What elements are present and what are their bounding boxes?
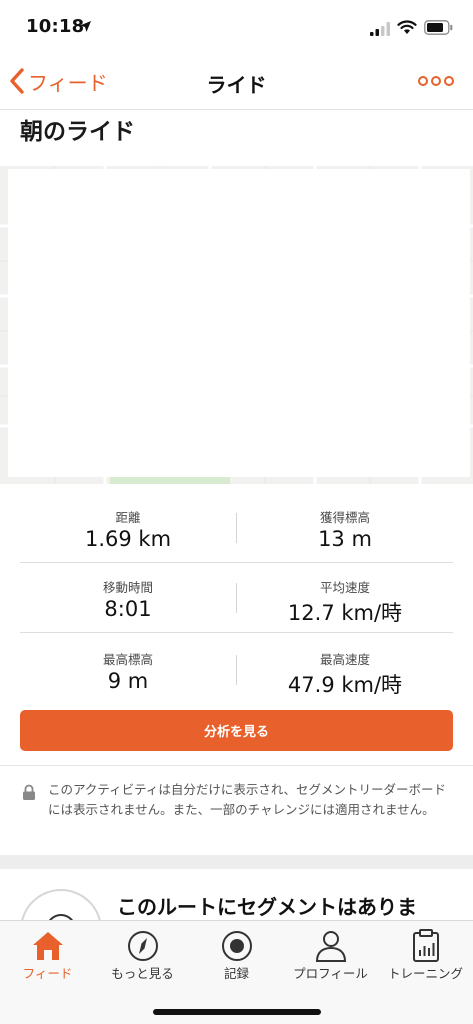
section-divider	[0, 765, 473, 766]
tab-label: トレーニング	[387, 966, 463, 981]
stat-max-speed: 最高速度 47.9 km/時	[237, 635, 453, 705]
stat-distance: 距離 1.69 km	[20, 493, 236, 563]
record-icon	[221, 931, 252, 961]
tab-label: フィード	[22, 966, 73, 981]
stat-average-speed: 平均速度 12.7 km/時	[237, 563, 453, 633]
tab-explore[interactable]: もっと見る	[95, 921, 190, 987]
stat-value: 9 m	[107, 669, 149, 693]
lock-icon	[23, 784, 35, 800]
segments-section: このルートにセグメントはありま	[0, 869, 473, 921]
stats-row: 移動時間 8:01 平均速度 12.7 km/時	[20, 563, 453, 633]
status-time: 10:18	[26, 16, 85, 37]
tab-training[interactable]: トレーニング	[378, 921, 473, 987]
status-bar: 10:18	[0, 0, 473, 52]
compass-icon	[127, 931, 158, 961]
activity-title: 朝のライド	[20, 119, 135, 145]
stat-value: 8:01	[104, 597, 152, 621]
tab-bar: フィード もっと見る 記録 プロフィール トレーニング	[0, 920, 473, 1024]
route-map[interactable]	[0, 166, 473, 484]
stat-label: 最高速度	[319, 652, 370, 667]
home-indicator	[153, 1009, 321, 1015]
stat-value: 1.69 km	[84, 527, 172, 551]
stat-label: 距離	[115, 510, 141, 525]
battery-icon	[424, 20, 453, 35]
stat-moving-time: 移動時間 8:01	[20, 563, 236, 633]
stat-max-elevation: 最高標高 9 m	[20, 635, 236, 705]
tab-profile[interactable]: プロフィール	[283, 921, 378, 987]
tab-record[interactable]: 記録	[189, 921, 284, 987]
tab-label: プロフィール	[293, 966, 368, 981]
segments-empty-title: このルートにセグメントはありま	[117, 895, 417, 919]
stat-label: 最高標高	[102, 652, 153, 667]
more-options-icon[interactable]	[418, 74, 454, 88]
stat-value: 12.7 km/時	[287, 601, 403, 625]
clipboard-icon	[412, 929, 439, 962]
cellular-signal-icon	[370, 22, 390, 36]
tab-label: もっと見る	[111, 966, 174, 981]
wifi-icon	[397, 20, 417, 34]
stat-label: 平均速度	[319, 580, 370, 595]
tab-feed[interactable]: フィード	[0, 921, 95, 987]
stat-label: 獲得標高	[319, 510, 370, 525]
view-analysis-button[interactable]: 分析を見る	[20, 710, 453, 751]
page-title: ライド	[206, 73, 267, 97]
stat-value: 13 m	[318, 527, 372, 551]
privacy-notice-text: このアクティビティは自分だけに表示され、セグメントリーダーボードには表示されませ…	[48, 782, 447, 817]
profile-icon	[315, 931, 346, 962]
home-icon	[32, 932, 63, 960]
navigation-bar: フィード ライド	[0, 52, 473, 110]
map-route-area	[8, 169, 470, 477]
stat-elevation-gain: 獲得標高 13 m	[237, 493, 453, 563]
activity-detail-screen: 10:18 フィード ライド 朝のライド 距離 1.69 km 獲得標高 13 …	[0, 0, 473, 1024]
tab-label: 記録	[223, 966, 249, 981]
location-arrow-icon	[80, 21, 91, 32]
stats-row: 最高標高 9 m 最高速度 47.9 km/時	[20, 635, 453, 705]
section-separator	[0, 855, 473, 869]
stat-label: 移動時間	[102, 580, 153, 595]
stats-row: 距離 1.69 km 獲得標高 13 m	[20, 493, 453, 563]
stat-value: 47.9 km/時	[287, 673, 403, 697]
